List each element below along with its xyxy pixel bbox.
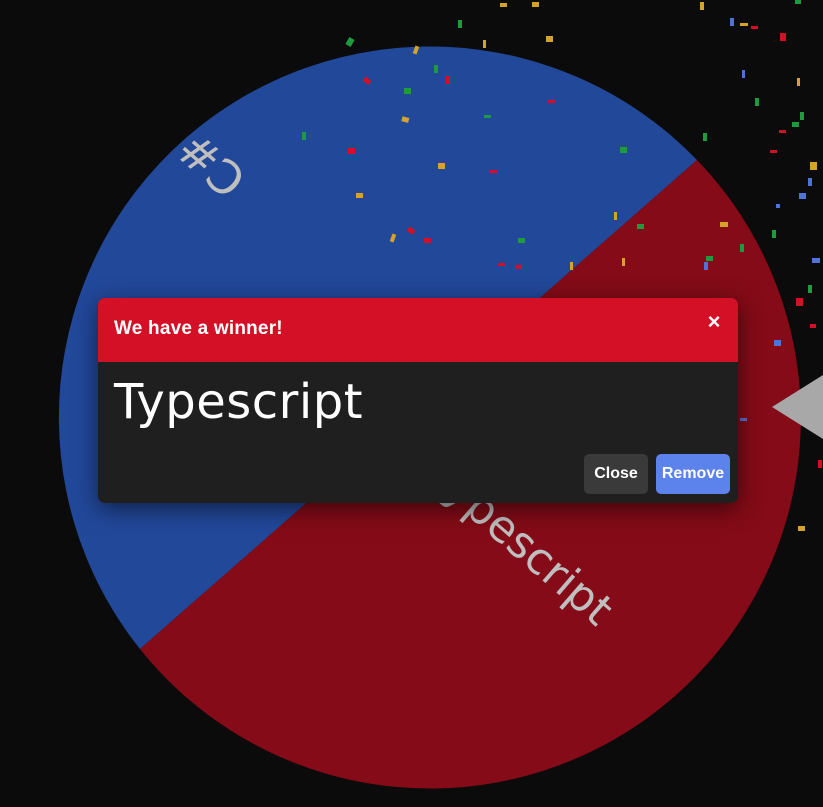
wheel-stage: C# Typescript We have a winner! × Typesc… — [0, 0, 823, 807]
winner-dialog: We have a winner! × Typescript Close Rem… — [98, 298, 738, 503]
remove-button[interactable]: Remove — [656, 454, 730, 494]
winner-name: Typescript — [114, 374, 364, 430]
dialog-header: We have a winner! × — [98, 298, 738, 362]
close-button[interactable]: Close — [584, 454, 648, 494]
close-icon[interactable]: × — [704, 310, 724, 334]
dialog-title: We have a winner! — [114, 318, 283, 339]
